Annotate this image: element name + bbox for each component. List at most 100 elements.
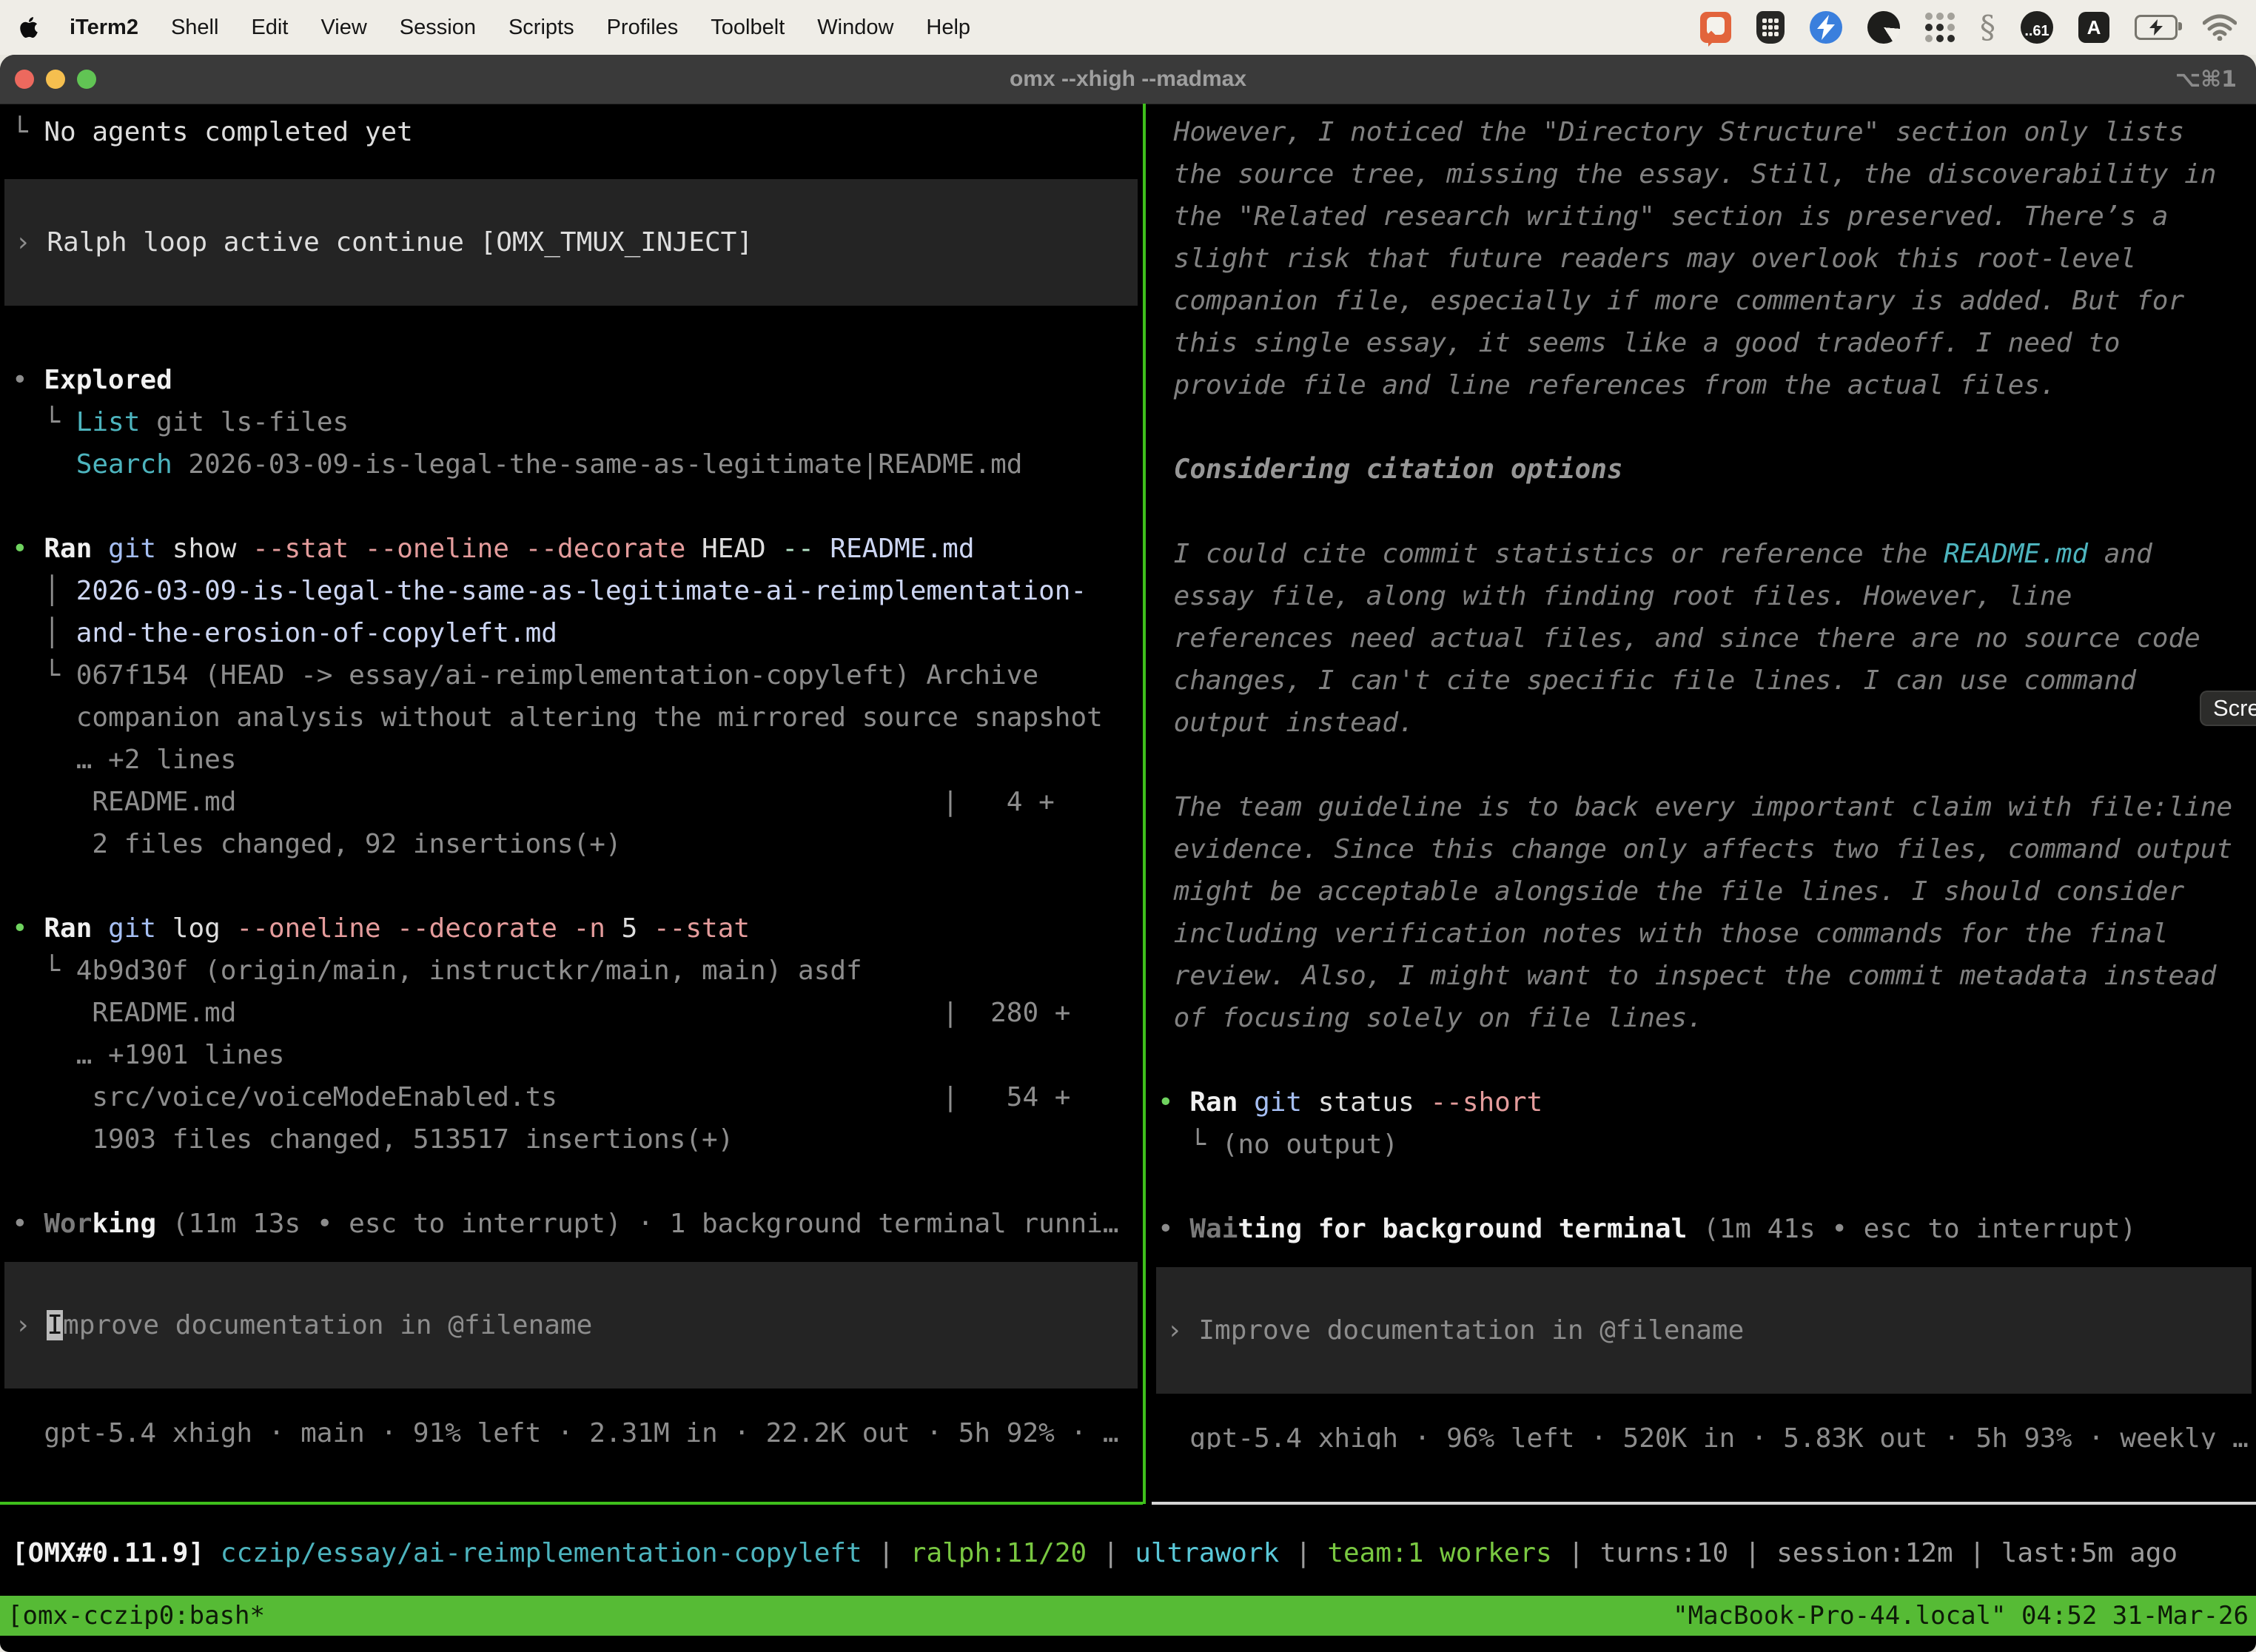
terminal-line: companion analysis without altering the …: [0, 696, 1142, 739]
window-shortcut-hint: ⌥⌘1: [2175, 67, 2237, 93]
terminal-line: The team guideline is to back every impo…: [1152, 786, 2256, 828]
terminal-line: README.md | 280 +: [0, 992, 1142, 1034]
terminal-line: slight risk that future readers may over…: [1152, 238, 2256, 280]
right-terminal-pane[interactable]: However, I noticed the "Directory Struct…: [1152, 104, 2256, 1449]
text-segment: git: [92, 913, 156, 944]
bolt-glyph: [1816, 15, 1836, 40]
terminal-line: │ 2026-03-09-is-legal-the-same-as-legiti…: [0, 570, 1142, 612]
command-input-text: › Improve documentation in @filename: [4, 1304, 592, 1346]
battery-bolt-glyph: [2149, 19, 2163, 36]
terminal-line: 2 files changed, 92 insertions(+): [0, 823, 1142, 865]
text-segment: Ran: [1189, 1087, 1238, 1118]
text-segment: show: [156, 534, 236, 564]
terminal-line: [1152, 1039, 2256, 1081]
menu-item-iterm2[interactable]: iTerm2: [70, 16, 138, 40]
text-segment: … +2 lines: [12, 745, 236, 775]
terminal-line: … +2 lines: [0, 739, 1142, 781]
text-segment: provide file and line references from th…: [1158, 370, 2056, 400]
terminal-line: evidence. Since this change only affects…: [1152, 828, 2256, 870]
text-segment: review. Also, I might want to inspect th…: [1158, 961, 2216, 991]
text-segment: Search: [76, 449, 172, 480]
wifi-icon[interactable]: [2203, 10, 2237, 44]
terminal-line: • Explored: [0, 359, 1142, 401]
menu-item-profiles[interactable]: Profiles: [607, 16, 679, 40]
zoom-button[interactable]: [77, 70, 96, 89]
terminal-line: this single essay, it seems like a good …: [1152, 322, 2256, 364]
terminal-line: └ No agents completed yet: [0, 111, 1142, 153]
window-title-bar[interactable]: omx --xhigh --madmax ⌥⌘1: [0, 55, 2256, 104]
menu-item-edit[interactable]: Edit: [251, 16, 288, 40]
text-segment: |: [1087, 1538, 1135, 1568]
command-input-box[interactable]: › Ralph loop active continue [OMX_TMUX_I…: [4, 179, 1138, 306]
text-segment: │: [12, 576, 76, 606]
terminal-line: • Waiting for background terminal (1m 41…: [1152, 1208, 2256, 1250]
squiggle-icon[interactable]: §: [1980, 10, 1995, 44]
tmux-host-clock-label: "MacBook-Pro-44.local" 04:52 31-Mar-26: [1673, 1601, 2249, 1631]
battery-icon[interactable]: [2135, 10, 2178, 44]
text-segment: session:12m: [1776, 1538, 1953, 1568]
tmux-session-label: [omx-cczip0:bash*: [7, 1601, 265, 1631]
text-segment: Wai: [1189, 1214, 1238, 1244]
text-segment: --stat: [637, 913, 750, 944]
terminal-line: gpt-5.4 xhigh · main · 91% left · 2.31M …: [0, 1412, 1142, 1449]
command-input-box[interactable]: › Improve documentation in @filename: [4, 1262, 1138, 1389]
menu-item-shell[interactable]: Shell: [171, 16, 219, 40]
chat-app-icon[interactable]: [1700, 10, 1731, 44]
text-segment: ›: [15, 1310, 47, 1340]
minimize-button[interactable]: [46, 70, 65, 89]
terminal-line: the source tree, missing the essay. Stil…: [1152, 153, 2256, 195]
text-segment: … +1901 lines: [12, 1040, 284, 1070]
terminal-line: of focusing solely on file lines.: [1152, 997, 2256, 1039]
text-segment: [OMX#0.11.9]: [12, 1538, 204, 1568]
text-segment: •: [12, 365, 44, 395]
menu-item-toolbelt[interactable]: Toolbelt: [711, 16, 785, 40]
text-segment: and-the-erosion-of-copyleft.md: [76, 618, 557, 648]
terminal-line: review. Also, I might want to inspect th…: [1152, 955, 2256, 997]
text-segment: ultrawork: [1135, 1538, 1279, 1568]
menu-item-window[interactable]: Window: [817, 16, 893, 40]
apple-menu-icon[interactable]: [19, 14, 41, 41]
menu-status-icons: § ..61 A: [1700, 10, 2237, 44]
text-segment: •: [1158, 1087, 1189, 1118]
dots-grid-icon[interactable]: [1925, 10, 1955, 44]
traffic-lights: [0, 70, 108, 89]
wifi-glyph: [2203, 14, 2237, 41]
crescent-circle-icon[interactable]: [1867, 10, 1900, 44]
left-terminal-pane[interactable]: └ No agents completed yet › Ralph loop ac…: [0, 104, 1142, 1449]
text-segment: Ralph loop active continue [OMX_TMUX_INJ…: [47, 227, 753, 258]
text-segment: mprove documentation in @filename: [63, 1310, 592, 1340]
terminal-line: Considering citation options: [1152, 449, 2256, 491]
terminal-line: Search 2026-03-09-is-legal-the-same-as-l…: [0, 443, 1142, 486]
command-input-box[interactable]: › Improve documentation in @filename: [1156, 1267, 2252, 1394]
badge-61-icon[interactable]: ..61: [2021, 10, 2053, 44]
terminal-line: • Ran git show --stat --oneline --decora…: [0, 528, 1142, 570]
text-segment: 2026-03-09-is-legal-the-same-as-legitima…: [76, 576, 1087, 606]
tooltip-label: Scre: [2213, 695, 2256, 722]
text-segment: List: [76, 407, 141, 437]
menu-item-help[interactable]: Help: [926, 16, 970, 40]
text-segment: git ls-files: [140, 407, 349, 437]
close-button[interactable]: [15, 70, 34, 89]
text-segment: 2026-03-09-is-legal-the-same-as-legitima…: [172, 449, 1023, 480]
menu-item-view[interactable]: View: [320, 16, 366, 40]
text-segment: ›: [1166, 1315, 1198, 1346]
text-segment: I could cite commit statistics or refere…: [1158, 539, 1944, 569]
right-pane-border-bottom: [1152, 1502, 2256, 1505]
pane-divider[interactable]: [1143, 104, 1146, 1504]
text-segment: ting for background terminal: [1238, 1214, 1687, 1244]
text-segment: Considering citation options: [1158, 454, 1623, 485]
text-segment: •: [12, 913, 44, 944]
menu-item-session[interactable]: Session: [400, 16, 476, 40]
shield-grid-icon[interactable]: [1756, 10, 1785, 44]
text-segment: team:1 workers: [1327, 1538, 1551, 1568]
text-segment: slight risk that future readers may over…: [1158, 244, 2136, 274]
text-segment: 5: [605, 913, 637, 944]
lightning-circle-icon[interactable]: [1810, 10, 1842, 44]
terminal-line: • Ran git log --oneline --decorate -n 5 …: [0, 907, 1142, 950]
terminal-line: However, I noticed the "Directory Struct…: [1152, 111, 2256, 153]
keyboard-layout-icon[interactable]: A: [2078, 10, 2109, 44]
text-segment: turns:10: [1600, 1538, 1728, 1568]
menu-item-scripts[interactable]: Scripts: [508, 16, 574, 40]
terminal-line: src/voice/voiceModeEnabled.ts | 54 +: [0, 1076, 1142, 1118]
terminal-line: [1152, 406, 2256, 449]
